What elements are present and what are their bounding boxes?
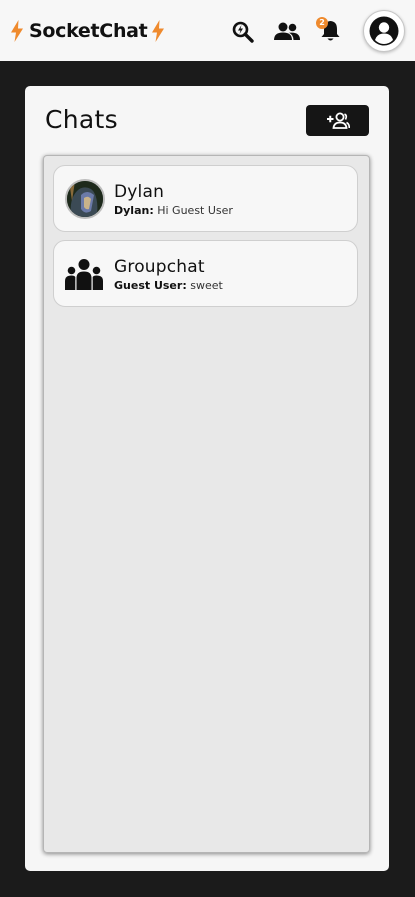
chat-list-item[interactable]: Groupchat Guest User: sweet: [53, 240, 358, 307]
chat-last-message: Dylan: Hi Guest User: [114, 204, 233, 217]
chats-panel: Chats Dylan Dylan: Hi Guest User Groupch…: [25, 86, 389, 871]
friends-icon[interactable]: [274, 22, 300, 41]
group-icon: [65, 259, 103, 290]
page-title: Chats: [45, 105, 118, 134]
chat-name: Dylan: [114, 182, 165, 202]
chat-list-item[interactable]: Dylan Dylan: Hi Guest User: [53, 165, 358, 232]
message-sender: Dylan:: [114, 204, 154, 217]
chat-last-message: Guest User: sweet: [114, 279, 223, 292]
lightning-bolt-icon: [11, 20, 23, 42]
lightning-bolt-icon: [152, 20, 165, 42]
brand-name: SocketChat: [29, 20, 148, 42]
chat-name: Groupchat: [114, 257, 205, 277]
chat-list[interactable]: Dylan Dylan: Hi Guest User Groupchat Gue…: [43, 155, 370, 853]
profile-icon: [369, 16, 399, 46]
add-group-icon: [326, 112, 350, 129]
create-chat-button[interactable]: [306, 105, 369, 136]
search-flash-icon[interactable]: [232, 21, 254, 43]
profile-button[interactable]: [363, 10, 405, 52]
message-text: Hi Guest User: [157, 204, 233, 217]
top-navbar: SocketChat 2: [0, 0, 415, 61]
message-sender: Guest User:: [114, 279, 187, 292]
avatar: [65, 179, 105, 219]
brand-logo[interactable]: SocketChat: [10, 20, 165, 42]
notification-badge: 2: [316, 17, 328, 29]
message-text: sweet: [190, 279, 223, 292]
